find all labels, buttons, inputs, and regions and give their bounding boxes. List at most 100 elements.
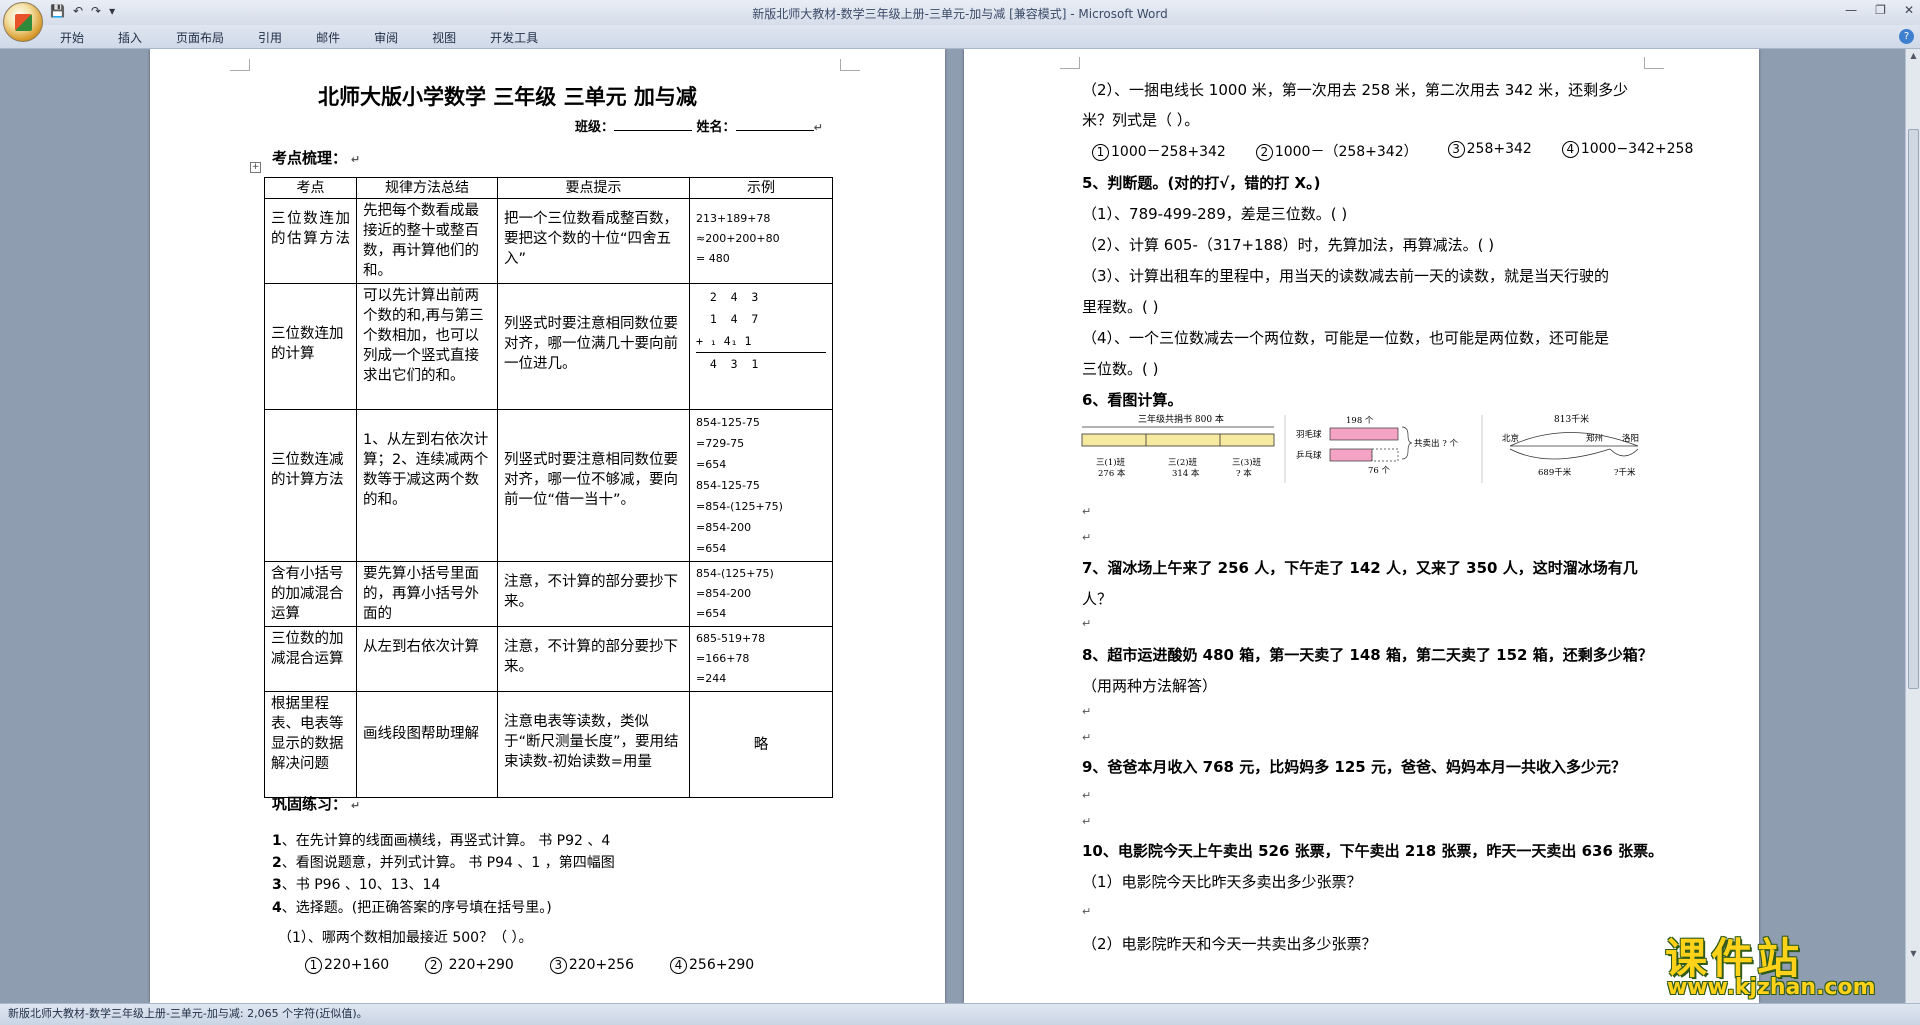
figure-label: 三(3)班	[1232, 457, 1262, 468]
tab-review[interactable]: 审阅	[374, 29, 398, 46]
question-4-2-options: 1 1000－258+342 2 1000－（258+342） 3 258+342 4…	[1092, 141, 1693, 161]
crop-mark	[840, 59, 860, 71]
question-4-1-options: 1 220+160 2 220+290 3 220+256 4 256+290	[305, 957, 754, 974]
topic-cell: 三位数连减的计算方法	[264, 409, 357, 562]
tab-references[interactable]: 引用	[258, 29, 282, 46]
question-5-item: 三位数。( )	[1082, 360, 1159, 378]
topic-cell: 三位数连加的计算	[264, 283, 357, 410]
method-cell: 1、从左到右依次计算；2、连续减两个数等于减这两个数的和。	[356, 409, 498, 562]
name-label: 姓名：	[696, 120, 736, 135]
tab-developer[interactable]: 开发工具	[490, 29, 538, 46]
document-title: 北师大版小学数学 三年级 三单元 加与减	[318, 84, 697, 109]
figure-label: 北京	[1502, 433, 1519, 444]
tab-mailings[interactable]: 邮件	[316, 29, 340, 46]
help-icon[interactable]: ?	[1899, 29, 1914, 44]
table-row: 含有小括号的加减混合运算 要先算小括号里面的，再算小括号外面的 注意，不计算的部…	[264, 561, 833, 627]
method-cell: 从左到右依次计算	[356, 626, 498, 692]
example-cell: 213+189+78 ≈200+200+80 = 480	[689, 198, 833, 284]
option: 4 256+290	[670, 957, 754, 974]
tab-page-layout[interactable]: 页面布局	[176, 29, 224, 46]
option: 3 220+256	[549, 957, 634, 974]
question-5: 5、判断题。(对的打√，错的打 X。)	[1082, 174, 1321, 192]
tab-home[interactable]: 开始	[60, 29, 84, 46]
table-row: 三位数的加减混合运算 从左到右依次计算 注意，不计算的部分要抄下来。 685-5…	[264, 626, 833, 692]
site-watermark-logo: 课件站 www.kjzhan.com	[1665, 925, 1910, 1005]
class-name-line: 班级： 姓名： ↵	[575, 120, 823, 135]
figure-label: ?千米	[1614, 467, 1636, 478]
ribbon-tabs: 开始 插入 页面布局 引用 邮件 审阅 视图 开发工具	[60, 29, 538, 46]
table-row: 三位数连加的计算 可以先计算出前两个数的和,再与第三个数相加，也可以列成一个竖式…	[264, 283, 833, 410]
question-5-item: （4）、一个三位数减去一个两位数，可能是一位数，也可能是两位数，还可能是	[1082, 329, 1610, 347]
vertical-scrollbar[interactable]: ▲ ▼	[1905, 49, 1920, 1003]
scrollbar-thumb[interactable]	[1908, 129, 1919, 689]
maximize-button[interactable]: ❐	[1875, 3, 1886, 17]
office-button[interactable]	[3, 2, 43, 42]
figure-book-donation: 三年级共捐书 800 本 三(1)班 三(2)班 三(3)班 276 本 314…	[1081, 413, 1275, 479]
exercise-3: 3、书 P96 、10、13、14	[272, 877, 441, 893]
table-header: 要点提示	[497, 177, 690, 199]
option: 1 1000－258+342	[1092, 141, 1226, 161]
minimize-button[interactable]: —	[1845, 3, 1857, 17]
window-controls: — ❐ ✕	[1845, 3, 1914, 17]
question-5-item: （2）、计算 605-（317+188）时，先算加法，再算减法。( )	[1082, 236, 1495, 254]
ribbon-tabs-bar: 开始 插入 页面布局 引用 邮件 审阅 视图 开发工具 ?	[0, 25, 1920, 49]
option: 2 1000－（258+342）	[1255, 141, 1418, 161]
example-cell: 854-125-75 =729-75 =654 854-125-75 =854-(125…	[689, 409, 833, 562]
question-4-1: （1）、哪两个数相加最接近 500？（ ）。	[278, 930, 533, 946]
status-bar: 新版北师大教材-数学三年级上册-三单元-加与减: 2,065 个字符(近似值)。	[0, 1003, 1920, 1025]
scroll-up-icon[interactable]: ▲	[1908, 51, 1919, 63]
watermark-url: www.kjzhan.com	[1667, 975, 1876, 1000]
exercise-2: 2、看图说题意，并列式计算。 书 P94 、1 ，第四幅图	[272, 855, 615, 871]
question-8-cont: （用两种方法解答）	[1082, 677, 1218, 695]
option: 1 220+160	[305, 957, 389, 974]
close-button[interactable]: ✕	[1904, 3, 1914, 17]
figure-distance: 813千米 北京 郑州 洛阳 689千米 ?千米	[1502, 413, 1639, 478]
figure-balls: 198 个 羽毛球 乒乓球 共卖出 ? 个 76 个	[1284, 415, 1483, 483]
document-page-1[interactable]: 北师大版小学数学 三年级 三单元 加与减 班级： 姓名： ↵ 考点梳理： ↵ + …	[150, 49, 945, 1003]
empty-paragraph: ↵	[1082, 905, 1092, 918]
question-8: 8、超市运进酸奶 480 箱，第一天卖了 148 箱，第二天卖了 152 箱，还…	[1082, 646, 1653, 664]
method-cell: 先把每个数看成最接近的整十或整百数，再计算他们的和。	[356, 198, 498, 284]
figure-label: 276 本	[1098, 468, 1126, 479]
section-heading-review: 考点梳理： ↵	[272, 149, 361, 167]
tip-cell: 列竖式时要注意相同数位要对齐，哪一位满几十要向前一位进几。	[497, 283, 690, 410]
question-5-item: （1）、789-499-289，差是三位数。( )	[1082, 205, 1348, 223]
empty-paragraph: ↵	[1082, 789, 1092, 802]
example-cell: 2 4 3 1 4 7 + ₁ 4₁ 1 4 3 1	[689, 283, 833, 410]
question-4-2: （2）、一捆电线长 1000 米，第一次用去 258 米，第二次用去 342 米…	[1082, 81, 1629, 99]
exercise-1: 1、在先计算的线面画横线，再竖式计算。 书 P92 、4	[272, 833, 611, 849]
example-cell: 854-(125+75) =854-200 =654	[689, 561, 833, 627]
table-header: 考点	[264, 177, 357, 199]
question-10-2: （2）电影院昨天和今天一共卖出多少张票？	[1082, 935, 1377, 953]
table-row: 三位数连加的估算方法 先把每个数看成最接近的整十或整百数，再计算他们的和。 把一…	[264, 198, 833, 284]
table-header: 示例	[689, 177, 833, 199]
tip-cell: 列竖式时要注意相同数位要对齐，哪一位不够减，要向前一位“借一当十”。	[497, 409, 690, 562]
key-points-table: 考点 规律方法总结 要点提示 示例 三位数连加的估算方法 先把每个数看成最接近的…	[264, 177, 833, 798]
question-7-cont: 人？	[1082, 590, 1113, 608]
tab-insert[interactable]: 插入	[118, 29, 142, 46]
question-5-item: （3）、计算出租车的里程中，用当天的读数减去前一天的读数，就是当天行驶的	[1082, 267, 1610, 285]
window-title: 新版北师大教材-数学三年级上册-三单元-加与减 [兼容模式] - Microso…	[752, 7, 1168, 21]
exercise-4: 4、选择题。(把正确答案的序号填在括号里。)	[272, 900, 552, 916]
crop-mark	[230, 59, 250, 71]
empty-paragraph: ↵	[1082, 617, 1092, 630]
figure-label: 三年级共捐书 800 本	[1138, 413, 1224, 425]
option: 2 220+290	[425, 957, 514, 974]
tab-view[interactable]: 视图	[432, 29, 456, 46]
tip-cell: 注意，不计算的部分要抄下来。	[497, 561, 690, 627]
topic-cell: 三位数连加的估算方法	[264, 198, 357, 284]
figure-label: 689千米	[1538, 467, 1572, 478]
empty-paragraph: ↵	[1082, 731, 1092, 744]
question-6-figures: 三年级共捐书 800 本 三(1)班 三(2)班 三(3)班 276 本 314…	[1081, 413, 1639, 483]
document-page-2[interactable]: （2）、一捆电线长 1000 米，第一次用去 258 米，第二次用去 342 米…	[964, 49, 1759, 1003]
method-cell: 可以先计算出前两个数的和,再与第三个数相加，也可以列成一个竖式直接求出它们的和。	[356, 283, 498, 410]
figure-label: 314 本	[1172, 468, 1200, 479]
figure-label: ? 本	[1236, 468, 1252, 479]
empty-paragraph: ↵	[1082, 705, 1092, 718]
question-10: 10、电影院今天上午卖出 526 张票，下午卖出 218 张票，昨天一天卖出 6…	[1082, 842, 1664, 860]
figure-label: 羽毛球	[1296, 429, 1322, 440]
document-workspace: 北师大版小学数学 三年级 三单元 加与减 班级： 姓名： ↵ 考点梳理： ↵ + …	[0, 49, 1905, 1003]
table-move-handle-icon[interactable]: +	[250, 162, 261, 173]
question-5-item: 里程数。( )	[1082, 298, 1159, 316]
table-header-row: 考点 规律方法总结 要点提示 示例	[264, 177, 833, 199]
